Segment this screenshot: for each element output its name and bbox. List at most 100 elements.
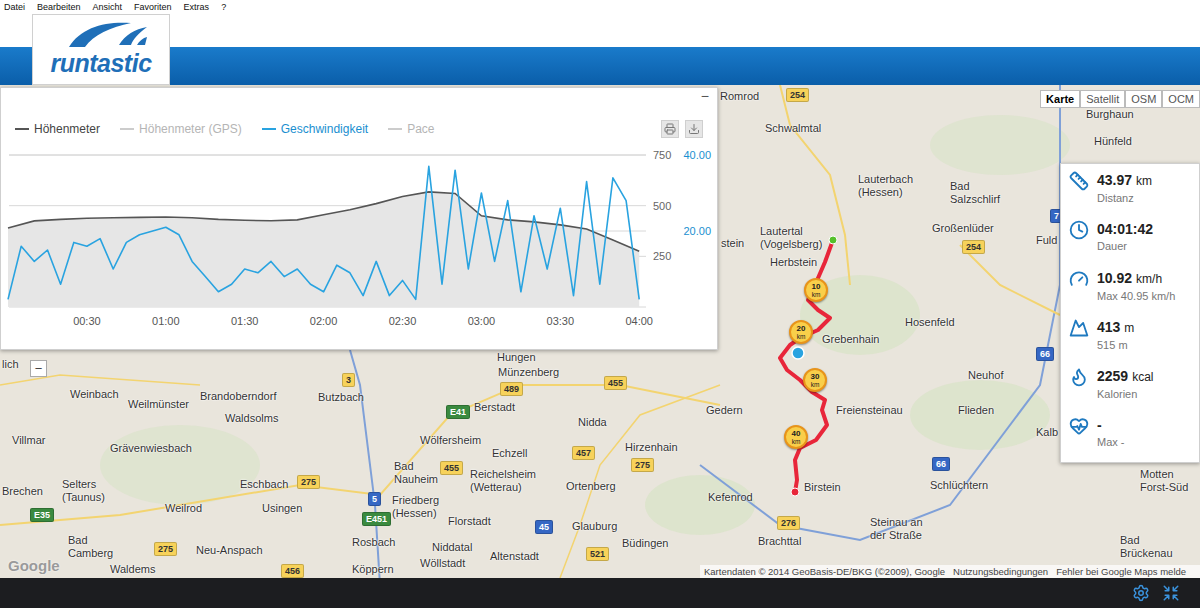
map-type-button[interactable]: Karte bbox=[1040, 90, 1080, 108]
place-label: Hosenfeld bbox=[905, 316, 955, 329]
stat-label: Max 40.95 km/h bbox=[1097, 289, 1175, 303]
attribution-link[interactable]: Kartendaten © 2014 GeoBasis-DE/BKG (©200… bbox=[704, 566, 945, 578]
road-shield: 5 bbox=[368, 492, 381, 506]
map-attribution: Kartendaten © 2014 GeoBasis-DE/BKG (©200… bbox=[700, 565, 1200, 578]
download-button[interactable] bbox=[685, 120, 703, 138]
road-shield: 254 bbox=[962, 240, 985, 254]
place-label: Nidda bbox=[578, 416, 607, 429]
map-type-button[interactable]: OCM bbox=[1162, 90, 1200, 108]
elevation-series bbox=[8, 192, 639, 307]
left-gridline: 750 bbox=[9, 149, 671, 161]
road-shield: E35 bbox=[30, 508, 54, 522]
stat-icon bbox=[1069, 220, 1089, 240]
road-shield: 66 bbox=[1036, 347, 1054, 361]
attribution-link[interactable]: Nutzungsbedingungen bbox=[953, 566, 1048, 578]
stats-panel: 43.97kmDistanz04:01:42Dauer10.92km/hMax … bbox=[1060, 163, 1200, 463]
x-tick: 03:30 bbox=[547, 315, 575, 327]
road-shield: 45 bbox=[535, 520, 553, 534]
place-label: Großenlüder bbox=[932, 222, 994, 235]
header: runtastic bbox=[0, 14, 1200, 85]
place-label: Köppern bbox=[352, 563, 394, 576]
place-label: Schwalmtal bbox=[765, 122, 821, 135]
place-label: MottenForst-Süd bbox=[1140, 468, 1188, 494]
legend-item[interactable]: Pace bbox=[388, 121, 434, 137]
place-label: Hirzenhain bbox=[625, 441, 678, 454]
legend-swatch bbox=[262, 128, 276, 130]
printer-icon bbox=[664, 123, 676, 135]
legend-label: Höhenmeter (GPS) bbox=[139, 121, 242, 137]
legend-item[interactable]: Geschwindigkeit bbox=[262, 121, 368, 137]
x-tick: 02:00 bbox=[310, 315, 338, 327]
place-label: Altenstadt bbox=[490, 550, 539, 563]
zoom-out-button[interactable]: − bbox=[30, 360, 47, 377]
minimize-button[interactable]: − bbox=[699, 88, 711, 104]
road-shield: 455 bbox=[440, 461, 463, 475]
place-label: Florstadt bbox=[448, 515, 491, 528]
stat-value: 10.92 bbox=[1097, 270, 1132, 286]
place-label: Butzbach bbox=[318, 391, 364, 404]
place-label: Schlüchtern bbox=[930, 479, 988, 492]
stat-row: 04:01:42Dauer bbox=[1069, 219, 1199, 268]
place-label: Flieden bbox=[958, 404, 994, 417]
map-type-button[interactable]: Satellit bbox=[1080, 90, 1125, 108]
stat-label: Kalorien bbox=[1097, 387, 1154, 401]
stat-label: Max - bbox=[1097, 435, 1125, 449]
stat-value: 413 bbox=[1097, 319, 1120, 335]
place-label: BadNauheim bbox=[394, 460, 438, 486]
place-label: Eschbach bbox=[240, 478, 288, 491]
place-label: Neuhof bbox=[968, 369, 1003, 382]
place-label: BadSalzschlirf bbox=[950, 180, 1000, 206]
menu-item[interactable]: Bearbeiten bbox=[37, 1, 81, 13]
gear-icon[interactable] bbox=[1132, 584, 1150, 602]
map-type-button[interactable]: OSM bbox=[1125, 90, 1162, 108]
place-label: Wöllstadt bbox=[420, 557, 465, 570]
chart-legend: Höhenmeter Höhenmeter (GPS) Geschwindigkei… bbox=[15, 121, 434, 137]
menu-item[interactable]: Datei bbox=[4, 1, 25, 13]
road-shield: 3 bbox=[342, 373, 355, 387]
runtastic-window: Datei Bearbeiten Ansicht Favoriten Extras? ru… bbox=[0, 0, 1200, 608]
stat-unit: m bbox=[1124, 321, 1134, 335]
stat-row: -Max - bbox=[1069, 415, 1199, 464]
menu-item[interactable]: Ansicht bbox=[93, 1, 123, 13]
place-label: Lauterbach(Hessen) bbox=[858, 173, 913, 199]
menu-item[interactable]: ? bbox=[221, 1, 226, 13]
legend-swatch bbox=[15, 128, 29, 130]
place-label: Villmar bbox=[12, 434, 45, 447]
km-marker[interactable]: 30km bbox=[803, 368, 827, 392]
place-label: Büdingen bbox=[622, 537, 669, 550]
stat-row: 10.92km/hMax 40.95 km/h bbox=[1069, 268, 1199, 317]
legend-item[interactable]: Höhenmeter bbox=[15, 121, 100, 137]
km-marker[interactable]: 40km bbox=[784, 425, 808, 449]
km-marker[interactable]: 20km bbox=[789, 320, 813, 344]
place-label: Weilmünster bbox=[128, 398, 189, 411]
place-label: Burghaun bbox=[1086, 108, 1134, 121]
shrink-icon[interactable] bbox=[1162, 584, 1180, 602]
stat-icon bbox=[1069, 367, 1089, 387]
attribution-link[interactable]: Fehler bei Google Maps melde bbox=[1056, 566, 1186, 578]
place-label: Berstadt bbox=[474, 401, 515, 414]
logo: runtastic bbox=[32, 14, 170, 85]
place-label: Steinau ander Straße bbox=[870, 516, 923, 542]
legend-label: Pace bbox=[407, 121, 434, 137]
map[interactable]: 2542547663489455E414554572752755E451E354… bbox=[0, 85, 1200, 578]
right-gridline: 40.00 bbox=[9, 149, 711, 161]
menu-item[interactable]: Extras bbox=[184, 1, 210, 13]
legend-item[interactable]: Höhenmeter (GPS) bbox=[120, 121, 242, 137]
menu-item[interactable]: Favoriten bbox=[134, 1, 172, 13]
svg-text:500: 500 bbox=[653, 200, 671, 212]
road-shield: E41 bbox=[446, 405, 470, 419]
download-icon bbox=[688, 123, 700, 135]
place-label: lich bbox=[2, 358, 19, 371]
km-marker[interactable]: 10km bbox=[804, 278, 828, 302]
place-label: Weinbach bbox=[70, 388, 119, 401]
header-bar bbox=[0, 47, 1200, 85]
start-dot bbox=[829, 236, 837, 244]
bottom-bar bbox=[0, 578, 1200, 608]
road-shield: 275 bbox=[297, 475, 320, 489]
google-logo: Google bbox=[8, 555, 60, 578]
stat-value: 04:01:42 bbox=[1097, 221, 1153, 237]
print-button[interactable] bbox=[661, 120, 679, 138]
place-label: Freiensteinau bbox=[836, 404, 903, 417]
place-label: Hünfeld bbox=[1094, 135, 1132, 148]
road-shield: 254 bbox=[786, 88, 809, 102]
